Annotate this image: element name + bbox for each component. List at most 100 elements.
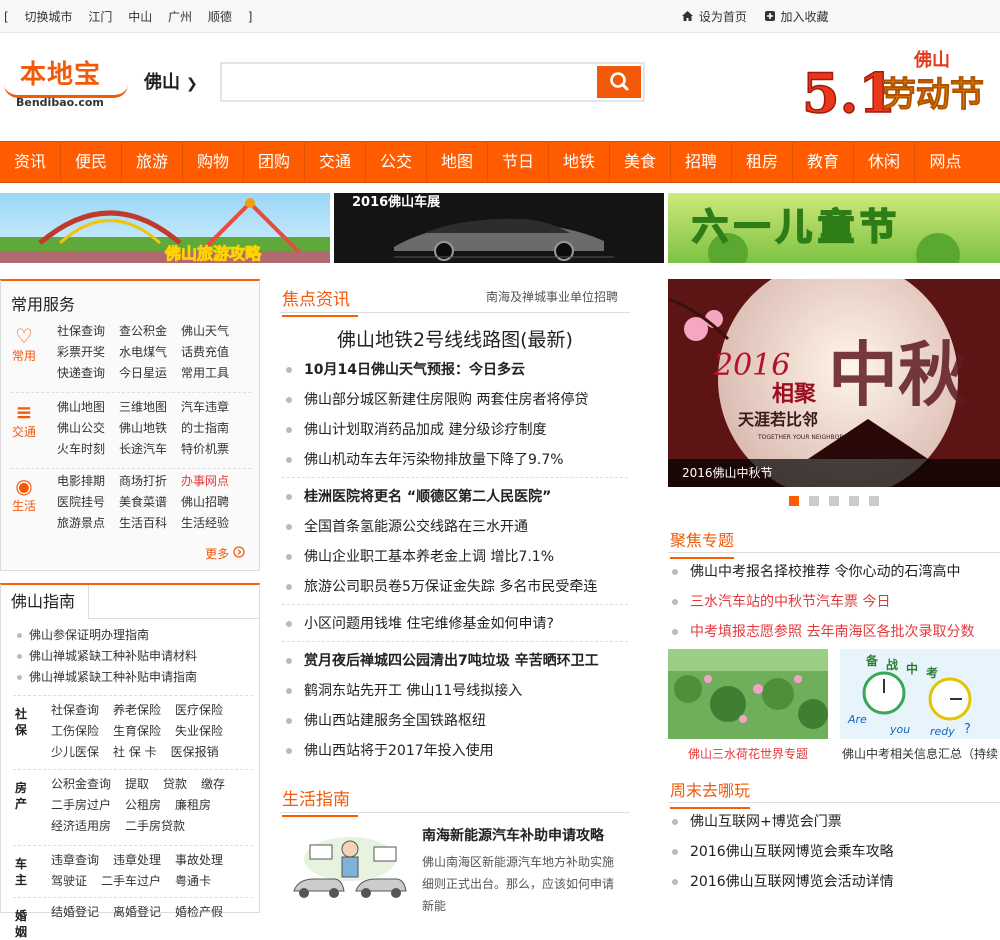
ad-childrens-day[interactable]: 六一儿童节	[668, 193, 1000, 277]
ad-travel-guide[interactable]: 佛山旅游攻略	[0, 193, 330, 263]
guide-link[interactable]: 提取	[125, 774, 149, 795]
guide-link[interactable]: 事故处理	[175, 850, 223, 871]
service-link[interactable]: 汽车违章	[181, 397, 243, 418]
service-link[interactable]: 佛山公交	[57, 418, 119, 439]
news-item[interactable]: 佛山计划取消药品加成 建分级诊疗制度	[282, 415, 628, 445]
guide-link[interactable]: 二手房过户	[51, 795, 111, 816]
service-link[interactable]: 今日星运	[119, 363, 181, 384]
focus-news-right-link[interactable]: 南海及禅城事业单位招聘	[486, 288, 618, 305]
news-item[interactable]: 赏月夜后禅城四公园清出7吨垃圾 辛苦晒环卫工	[282, 646, 628, 676]
guide-link[interactable]: 工伤保险	[51, 721, 99, 742]
guide-link[interactable]: 离婚登记	[113, 902, 161, 923]
guide-link[interactable]: 婚检产假	[175, 902, 223, 923]
service-link[interactable]: 办事网点	[181, 471, 243, 492]
exam-info-caption[interactable]: 佛山中考相关信息汇总（持续	[842, 745, 998, 762]
guide-link[interactable]: 二手房贷款	[125, 816, 185, 837]
nav-item-outlets[interactable]: 网点	[915, 142, 976, 182]
guide-link[interactable]: 缴存	[201, 774, 225, 795]
news-item[interactable]: 小区问题用钱堆 住宅维修基金如何申请?	[282, 609, 628, 639]
foshan-guide-tab[interactable]: 佛山指南	[1, 585, 89, 619]
news-item[interactable]: 佛山企业职工基本养老金上调 增比7.1%	[282, 542, 628, 572]
service-link[interactable]: 的士指南	[181, 418, 243, 439]
switch-city-link[interactable]: 切换城市	[25, 10, 73, 24]
guide-list-item[interactable]: 佛山参保证明办理指南	[13, 625, 253, 646]
guide-link[interactable]: 违章查询	[51, 850, 99, 871]
guide-link[interactable]: 社保查询	[51, 700, 99, 721]
weekend-item[interactable]: 2016佛山互联网博览会乘车攻略	[668, 837, 1000, 867]
guide-link[interactable]: 生育保险	[113, 721, 161, 742]
guide-link[interactable]: 二手车过户	[101, 871, 161, 892]
news-item[interactable]: 旅游公司职员卷5万保证金失踪 多名市民受牵连	[282, 572, 628, 602]
service-link[interactable]: 生活经验	[181, 513, 243, 534]
service-link[interactable]: 查公积金	[119, 321, 181, 342]
service-link[interactable]: 彩票开奖	[57, 342, 119, 363]
slide-dot[interactable]	[809, 496, 819, 506]
guide-link[interactable]: 违章处理	[113, 850, 161, 871]
service-link[interactable]: 火车时刻	[57, 439, 119, 460]
service-link[interactable]: 三维地图	[119, 397, 181, 418]
search-input[interactable]	[222, 64, 598, 100]
topics-title[interactable]: 聚焦专题	[670, 527, 735, 559]
nav-item-map[interactable]: 地图	[427, 142, 488, 182]
service-link[interactable]: 水电煤气	[119, 342, 181, 363]
city-link-zhongshan[interactable]: 中山	[128, 10, 152, 24]
nav-item-leisure[interactable]: 休闲	[854, 142, 915, 182]
search-button[interactable]	[597, 66, 641, 98]
more-services-link[interactable]: 更多	[205, 545, 245, 562]
nav-item-bus[interactable]: 公交	[366, 142, 427, 182]
nav-item-shopping[interactable]: 购物	[183, 142, 244, 182]
life-guide-item[interactable]: 南海新能源汽车补助申请攻略 佛山南海区新能源汽车地方补助实施细则正式出台。那么，…	[280, 813, 630, 913]
nav-item-metro[interactable]: 地铁	[549, 142, 610, 182]
service-link[interactable]: 特价机票	[181, 439, 243, 460]
service-link[interactable]: 常用工具	[181, 363, 243, 384]
lotus-world-image[interactable]	[668, 649, 828, 739]
add-fav-link[interactable]: 加入收藏	[764, 10, 829, 24]
service-link[interactable]: 社保查询	[57, 321, 119, 342]
guide-link[interactable]: 失业保险	[175, 721, 223, 742]
service-link[interactable]: 旅游景点	[57, 513, 119, 534]
labor-day-banner[interactable]: 5.1 劳动节 佛山	[800, 40, 1000, 126]
guide-link[interactable]: 少儿医保	[51, 742, 99, 763]
nav-item-festival[interactable]: 节日	[488, 142, 549, 182]
weekend-item[interactable]: 2016佛山互联网博览会活动详情	[668, 867, 1000, 897]
guide-link[interactable]: 医疗保险	[175, 700, 223, 721]
city-link-guangzhou[interactable]: 广州	[168, 10, 192, 24]
news-item[interactable]: 佛山部分城区新建住房限购 两套住房者将停贷	[282, 385, 628, 415]
nav-item-education[interactable]: 教育	[793, 142, 854, 182]
news-item[interactable]: 桂洲医院将更名 “顺德区第二人民医院”	[282, 482, 628, 512]
current-city-selector[interactable]: 佛山 ❯	[144, 68, 198, 94]
life-guide-item-title[interactable]: 南海新能源汽车补助申请攻略	[422, 825, 604, 845]
guide-list-item[interactable]: 佛山禅城紧缺工种补贴申请指南	[13, 667, 253, 688]
ad-car-show[interactable]: 2016佛山车展	[334, 193, 664, 263]
service-link[interactable]: 美食菜谱	[119, 492, 181, 513]
set-home-link[interactable]: 设为首页	[682, 10, 751, 24]
mid-autumn-slide[interactable]: 2016 中秋 相聚 天涯若比邻 TOGETHER YOUR NEIGHBOR …	[668, 279, 1000, 487]
guide-link[interactable]: 驾驶证	[51, 871, 87, 892]
life-guide-title[interactable]: 生活指南	[282, 785, 358, 817]
headline-link[interactable]: 佛山地铁2号线线路图(最新)	[280, 325, 630, 355]
topic-item[interactable]: 三水汽车站的中秋节汽车票 今日	[668, 587, 1000, 617]
service-link[interactable]: 医院挂号	[57, 492, 119, 513]
service-link[interactable]: 快递查询	[57, 363, 119, 384]
nav-item-convenience[interactable]: 便民	[61, 142, 122, 182]
weekend-item[interactable]: 佛山互联网+博览会门票	[668, 807, 1000, 837]
slide-dot[interactable]	[849, 496, 859, 506]
nav-item-food[interactable]: 美食	[610, 142, 671, 182]
news-item[interactable]: 佛山西站将于2017年投入使用	[282, 736, 628, 766]
service-link[interactable]: 话费充值	[181, 342, 243, 363]
weekend-title[interactable]: 周末去哪玩	[670, 777, 751, 809]
service-link[interactable]: 佛山招聘	[181, 492, 243, 513]
guide-link[interactable]: 公积金查询	[51, 774, 111, 795]
nav-item-groupbuy[interactable]: 团购	[244, 142, 305, 182]
slide-dot[interactable]	[789, 496, 799, 506]
slide-dot[interactable]	[869, 496, 879, 506]
service-link[interactable]: 佛山地铁	[119, 418, 181, 439]
guide-link[interactable]: 医保报销	[171, 742, 219, 763]
nav-item-news[interactable]: 资讯	[0, 142, 61, 182]
guide-link[interactable]: 养老保险	[113, 700, 161, 721]
city-link-shunde[interactable]: 顺德	[208, 10, 232, 24]
guide-link[interactable]: 经济适用房	[51, 816, 111, 837]
guide-link[interactable]: 廉租房	[175, 795, 211, 816]
topic-item[interactable]: 佛山中考报名择校推荐 令你心动的石湾高中	[668, 557, 1000, 587]
news-item[interactable]: 佛山西站建服务全国铁路枢纽	[282, 706, 628, 736]
